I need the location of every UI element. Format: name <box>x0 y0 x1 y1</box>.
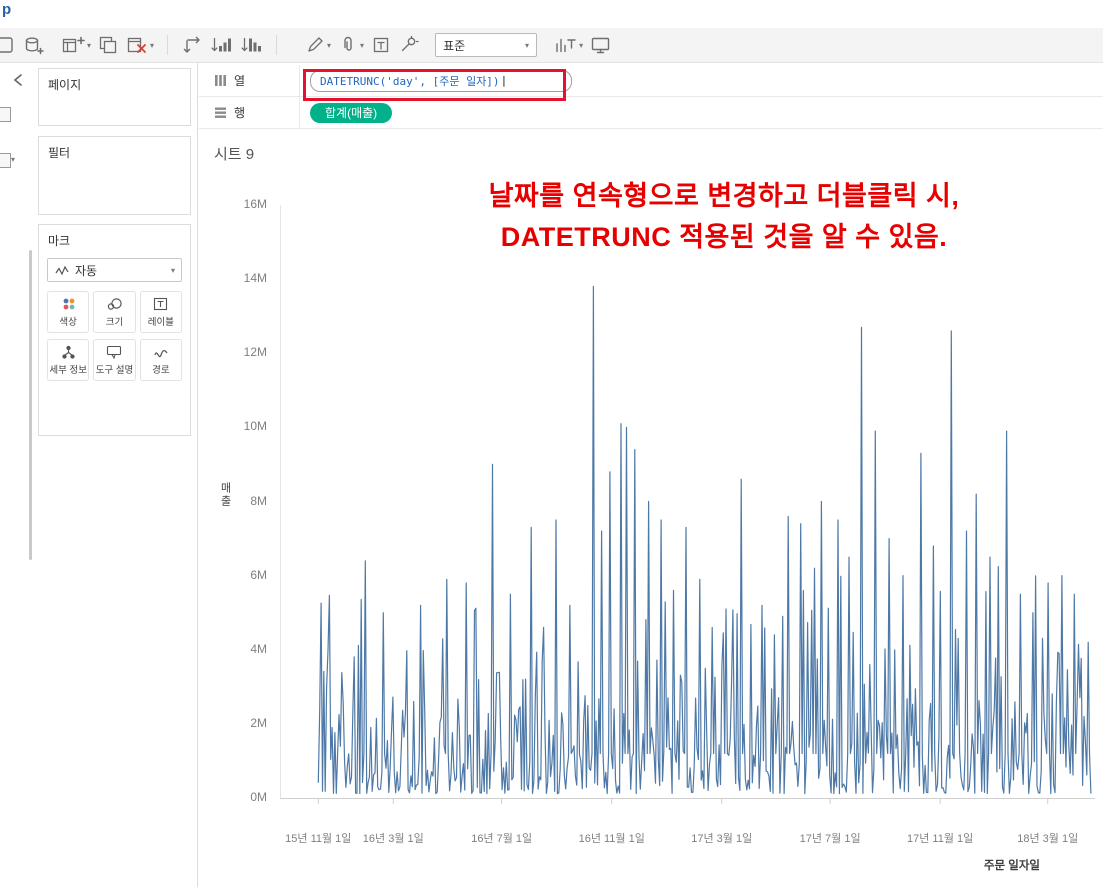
label-button[interactable]: 레이블 <box>139 291 182 333</box>
text-label-icon[interactable] <box>367 32 395 58</box>
pane-divider <box>197 63 198 887</box>
chevron-down-icon: ▾ <box>360 40 365 50</box>
x-tick-label: 15년 11월 1일 <box>285 833 352 845</box>
filters-panel-title: 필터 <box>48 146 71 160</box>
path-icon <box>154 349 168 357</box>
fix-axes-pin-icon[interactable] <box>395 32 423 58</box>
sort-descending-icon[interactable] <box>236 32 266 58</box>
size-button-label: 크기 <box>105 316 124 328</box>
y-tick-label: 4M <box>250 641 267 656</box>
pages-shelf-panel[interactable]: 페이지 <box>38 68 191 126</box>
toolbar: ▾ ▾ ▾ ▾ 표준 ▾ ▾ <box>0 28 1103 63</box>
collapsed-data-pane-strip: ▾ <box>0 63 34 887</box>
color-button[interactable]: 색상 <box>47 291 90 333</box>
line-mark-icon <box>55 265 69 276</box>
group-members-paperclip-icon[interactable]: ▾ <box>334 32 367 58</box>
collapse-pane-button[interactable] <box>10 72 26 88</box>
new-data-source-icon[interactable] <box>19 32 47 58</box>
chevron-down-icon: ▾ <box>11 155 16 164</box>
path-button[interactable]: 경로 <box>139 339 182 381</box>
x-tick-label: 18년 3월 1일 <box>1017 833 1079 845</box>
y-tick-label: 12M <box>243 345 267 360</box>
chevron-down-icon: ▾ <box>150 40 155 50</box>
detail-button-label: 세부 정보 <box>49 364 87 376</box>
duplicate-sheet-icon[interactable] <box>94 32 122 58</box>
rows-shelf[interactable]: 행 합계(매출) <box>199 97 1103 129</box>
rows-shelf-label: 행 <box>199 97 300 128</box>
clipped-pane-icon[interactable] <box>0 107 11 122</box>
text-cursor: | <box>500 74 508 87</box>
y-tick-label: 0M <box>250 790 267 804</box>
chevron-down-icon: ▾ <box>170 265 175 275</box>
tooltip-button-label: 도구 설명 <box>95 364 134 376</box>
clipped-toolbar-icon[interactable] <box>0 32 19 58</box>
marks-panel-title: 마크 <box>48 234 71 248</box>
label-button-label: 레이블 <box>147 316 174 328</box>
x-tick-label: 17년 11월 1일 <box>907 833 974 845</box>
chevron-down-icon: ▾ <box>525 40 530 50</box>
new-worksheet-icon[interactable]: ▾ <box>57 32 94 58</box>
fit-dropdown-value: 표준 <box>443 38 466 53</box>
highlight-pen-icon[interactable]: ▾ <box>301 32 334 58</box>
detail-button[interactable]: 세부 정보 <box>47 339 90 381</box>
x-axis-title: 주문 일자일 <box>983 860 1040 872</box>
y-tick-label: 14M <box>243 271 267 286</box>
line-chart[interactable] <box>274 175 1102 815</box>
sheet-title: 시트 9 <box>214 146 255 163</box>
tooltip-icon <box>107 345 122 359</box>
sales-line-mark[interactable] <box>317 285 1092 795</box>
detail-icon <box>62 345 75 359</box>
marks-button-grid: 색상 크기 레이블 세부 정보 도구 설명 경로 <box>39 284 190 388</box>
sort-ascending-icon[interactable] <box>206 32 236 58</box>
columns-shelf[interactable]: 열 DATETRUNC('day', [주문 일자]) | <box>199 65 1103 97</box>
columns-icon <box>215 75 226 86</box>
filters-shelf-panel[interactable]: 필터 <box>38 136 191 215</box>
x-tick-label: 16년 3월 1일 <box>362 833 424 845</box>
size-button[interactable]: 크기 <box>93 291 136 333</box>
y-tick-label: 2M <box>250 715 267 730</box>
rows-pill[interactable]: 합계(매출) <box>310 102 393 123</box>
show-mark-labels-icon[interactable]: ▾ <box>549 32 586 58</box>
color-button-label: 색상 <box>59 316 77 328</box>
y-tick-label: 16M <box>243 197 267 211</box>
rows-pill-text: 합계(매출) <box>325 106 378 120</box>
x-tick-label: 17년 3월 1일 <box>691 833 753 845</box>
toolbar-divider <box>167 35 169 55</box>
window-title-fragment: p <box>2 1 12 18</box>
worksheet-canvas[interactable]: 시트 9 날짜를 연속형으로 변경하고 더블클릭 시, DATETRUNC 적용… <box>199 130 1103 887</box>
mark-type-value: 자동 <box>75 263 98 278</box>
mark-type-dropdown[interactable]: 자동 ▾ <box>47 258 182 282</box>
chevron-down-icon: ▾ <box>579 40 584 50</box>
toolbar-divider <box>276 35 278 55</box>
x-tick-label: 16년 11월 1일 <box>578 833 645 845</box>
rows-icon <box>215 107 226 118</box>
path-button-label: 경로 <box>152 364 170 376</box>
title-bar: p <box>0 0 1103 28</box>
y-tick-label: 6M <box>250 567 267 582</box>
columns-field-editor[interactable]: DATETRUNC('day', [주문 일자]) | <box>310 69 572 92</box>
presentation-mode-icon[interactable] <box>586 32 616 58</box>
tooltip-button[interactable]: 도구 설명 <box>93 339 136 381</box>
clear-sheet-icon[interactable]: ▾ <box>122 32 157 58</box>
size-icon <box>108 297 123 310</box>
clipped-pane-icon[interactable] <box>0 153 11 168</box>
columns-field-text: DATETRUNC('day', [주문 일자]) <box>320 74 500 88</box>
left-scrollbar[interactable] <box>29 250 32 560</box>
columns-shelf-label: 열 <box>199 65 300 96</box>
text-label-icon <box>154 297 168 310</box>
y-tick-label: 8M <box>250 493 267 508</box>
color-dots-icon <box>63 298 75 309</box>
pages-panel-title: 페이지 <box>48 78 82 92</box>
x-tick-label: 17년 7월 1일 <box>799 833 861 845</box>
swap-axes-icon[interactable] <box>178 32 206 58</box>
columns-shelf-text: 열 <box>234 74 246 88</box>
x-tick-label: 16년 7월 1일 <box>471 833 533 845</box>
marks-card-panel: 마크 자동 ▾ 색상 크기 레이블 세부 정보 도구 설명 경로 <box>38 224 191 436</box>
fit-dropdown[interactable]: 표준 ▾ <box>435 33 538 57</box>
y-tick-label: 10M <box>243 419 267 434</box>
chevron-down-icon: ▾ <box>327 40 332 50</box>
chevron-down-icon: ▾ <box>87 40 92 50</box>
rows-shelf-text: 행 <box>234 106 246 120</box>
